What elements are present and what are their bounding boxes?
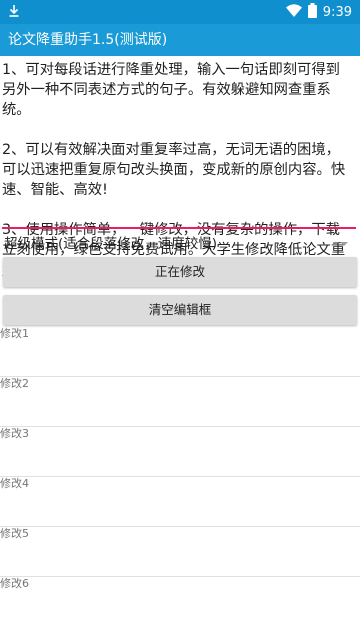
battery-icon [307,3,317,22]
result-item-4[interactable]: 修改4 [0,477,360,527]
clock: 9:39 [322,5,352,20]
mode-dropdown[interactable]: 超级模式(适合段落修改，速度较慢) [4,232,354,256]
result-item-1[interactable]: 修改1 [0,327,360,377]
text-editor[interactable]: 1、可对每段话进行降重处理，输入一句话即刻可得到另外一种不同表述方式的句子。有效… [2,60,354,279]
result-item-3[interactable]: 修改3 [0,427,360,477]
mode-dropdown-value: 超级模式(适合段落修改，速度较慢) [4,236,218,252]
result-label: 修改3 [0,427,29,440]
result-item-2[interactable]: 修改2 [0,377,360,427]
status-bar: 9:39 [0,0,360,24]
result-label: 修改1 [0,327,29,340]
app-title: 论文降重助手1.5(测试版) [8,32,168,48]
editor-paragraph-1: 1、可对每段话进行降重处理，输入一句话即刻可得到另外一种不同表述方式的句子。有效… [2,62,340,118]
editor-paragraph-2: 2、可以有效解决面对重复率过高，无词无语的困境，可以迅速把重复原句改头换面，变成… [2,142,346,198]
result-label: 修改4 [0,477,29,490]
result-label: 修改6 [0,577,29,590]
modify-button[interactable]: 正在修改 [3,257,357,287]
result-item-6[interactable]: 修改6 [0,577,360,627]
result-label: 修改5 [0,527,29,540]
results-list: 修改1 修改2 修改3 修改4 修改5 修改6 [0,327,360,627]
app-bar: 论文降重助手1.5(测试版) [0,24,360,56]
result-item-5[interactable]: 修改5 [0,527,360,577]
result-label: 修改2 [0,377,29,390]
dropdown-arrow-icon [340,242,348,246]
editor-underline [2,227,356,229]
wifi-icon [285,4,302,21]
download-icon [8,3,20,22]
clear-editor-button[interactable]: 清空编辑框 [3,295,357,325]
